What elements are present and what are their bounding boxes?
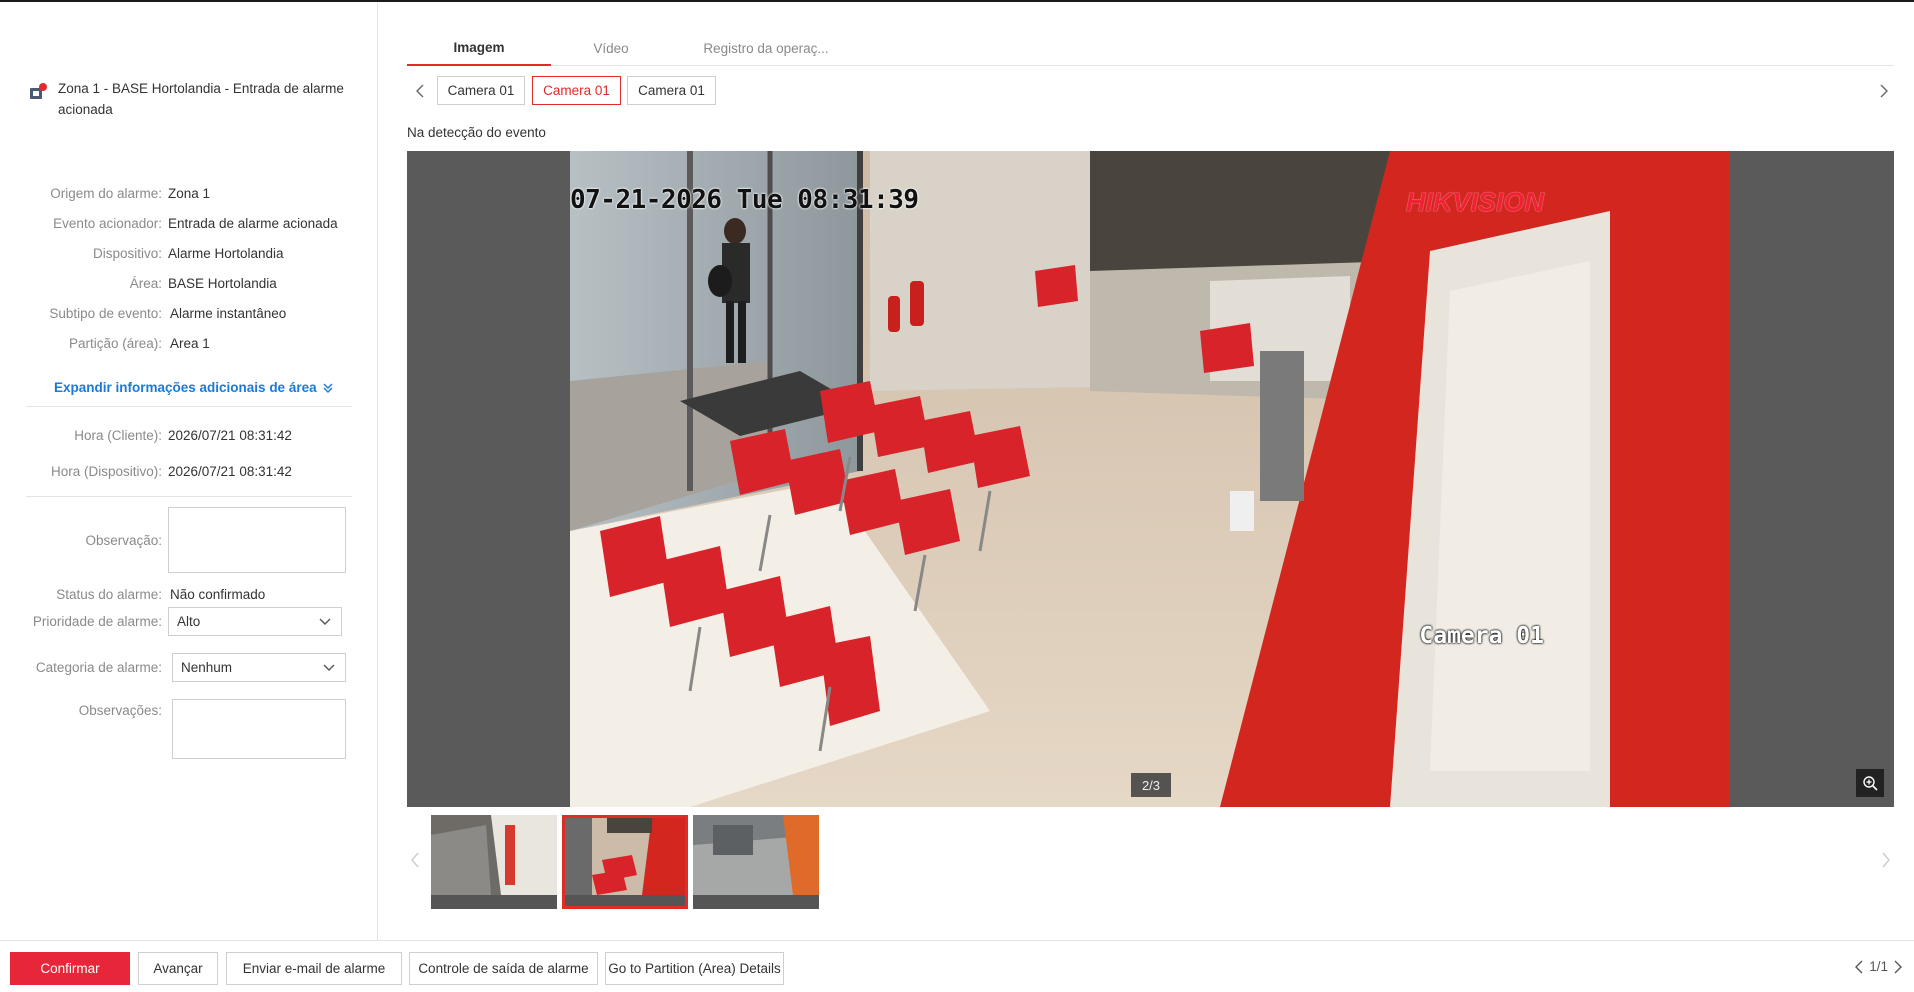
- observacoes-row: Observações:: [0, 699, 346, 759]
- thumbnail-1[interactable]: [431, 815, 557, 909]
- observacao-textarea[interactable]: [168, 507, 346, 573]
- detail-particao: Partição (área): Area 1: [68, 335, 210, 351]
- action-footer: Confirmar Avançar Enviar e-mail de alarm…: [0, 940, 1914, 992]
- zoom-in-button[interactable]: [1856, 769, 1884, 797]
- zoom-in-icon: [1863, 776, 1878, 791]
- prioridade-row: Prioridade de alarme: Alto: [0, 607, 342, 636]
- alarm-bell-icon: [28, 82, 48, 102]
- thumbnail-2[interactable]: [562, 815, 688, 909]
- detail-evento: Evento acionador: Entrada de alarme acio…: [53, 215, 338, 231]
- alarm-output-control-button[interactable]: Controle de saída de alarme: [409, 952, 598, 985]
- thumbnail-image: [562, 815, 688, 909]
- time-client: Hora (Cliente): 2026/07/21 08:31:42: [74, 427, 292, 443]
- thumbnail-strip: [407, 815, 1894, 910]
- chevron-left-icon[interactable]: [1855, 960, 1863, 974]
- detail-dispositivo: Dispositivo: Alarme Hortolandia: [92, 245, 284, 261]
- chevron-left-icon: [411, 852, 419, 868]
- camera-snapshot: 07-21-2026 Tue 08:31:39 HIKVISION Camera…: [570, 151, 1730, 807]
- detail-area: Área: BASE Hortolandia: [129, 275, 277, 291]
- osd-timestamp: 07-21-2026 Tue 08:31:39: [570, 185, 919, 215]
- camera-button-1[interactable]: Camera 01: [437, 76, 525, 105]
- chevron-right-icon: [1880, 84, 1888, 98]
- detail-subtipo: Subtipo de evento: Alarme instantâneo: [49, 305, 287, 321]
- camera-button-2[interactable]: Camera 01: [532, 76, 621, 105]
- alarm-header: Zona 1 - BASE Hortolandia - Entrada de a…: [28, 78, 358, 120]
- categoria-row: Categoria de alarme: Nenhum: [0, 653, 346, 682]
- divider: [26, 406, 352, 407]
- detail-origem: Origem do alarme: Zona 1: [50, 185, 211, 201]
- alarm-details-panel: Zona 1 - BASE Hortolandia - Entrada de a…: [0, 2, 378, 940]
- chevron-down-icon: [319, 618, 331, 625]
- osd-brand-logo: HIKVISION: [1405, 187, 1544, 217]
- event-caption: Na detecção do evento: [407, 125, 546, 140]
- expand-area-info-link[interactable]: Expandir informações adicionais de área: [54, 380, 334, 395]
- confirm-button[interactable]: Confirmar: [10, 952, 130, 985]
- time-device: Hora (Dispositivo): 2026/07/21 08:31:42: [50, 463, 292, 479]
- tab-imagem[interactable]: Imagem: [407, 30, 551, 66]
- status-value: Não confirmado: [170, 586, 266, 602]
- tab-registro[interactable]: Registro da operaç...: [671, 30, 861, 66]
- image-viewer[interactable]: 07-21-2026 Tue 08:31:39 HIKVISION Camera…: [407, 151, 1894, 807]
- thumbnail-next-button[interactable]: [1882, 851, 1890, 874]
- observacoes-textarea[interactable]: [172, 699, 346, 759]
- thumbnail-image: [431, 815, 557, 909]
- thumbnail-prev-button[interactable]: [411, 851, 419, 874]
- image-page-indicator: 2/3: [1131, 773, 1171, 797]
- thumbnail-image: [693, 815, 819, 909]
- divider: [26, 496, 352, 497]
- alarm-title: Zona 1 - BASE Hortolandia - Entrada de a…: [58, 81, 344, 117]
- camera-button-3[interactable]: Camera 01: [627, 76, 716, 105]
- thumbnail-3[interactable]: [693, 815, 819, 909]
- status-row: Status do alarme: Não confirmado: [56, 586, 266, 602]
- chevron-right-icon: [1882, 852, 1890, 868]
- camera-selector: Camera 01 Camera 01 Camera 01: [407, 76, 1894, 106]
- pager: 1/1: [1855, 959, 1902, 974]
- osd-camera-name: Camera 01: [1419, 623, 1544, 649]
- chevron-down-icon: [323, 664, 335, 671]
- categoria-select[interactable]: Nenhum: [172, 653, 346, 682]
- chevron-right-icon[interactable]: [1894, 960, 1902, 974]
- partition-details-button[interactable]: Go to Partition (Area) Details: [605, 952, 784, 985]
- pager-label: 1/1: [1869, 959, 1888, 974]
- chevron-left-icon: [416, 84, 424, 98]
- snapshot-illustration: [570, 151, 1730, 807]
- double-chevron-down-icon: [323, 383, 333, 393]
- media-tabs: Imagem Vídeo Registro da operaç...: [407, 30, 1894, 66]
- tab-video[interactable]: Vídeo: [551, 30, 671, 66]
- prioridade-select[interactable]: Alto: [168, 607, 342, 636]
- camera-prev-button[interactable]: [410, 81, 430, 101]
- observacao-row: Observação:: [0, 507, 346, 573]
- send-alarm-email-button[interactable]: Enviar e-mail de alarme: [226, 952, 402, 985]
- next-button[interactable]: Avançar: [138, 952, 218, 985]
- camera-next-button[interactable]: [1874, 81, 1894, 101]
